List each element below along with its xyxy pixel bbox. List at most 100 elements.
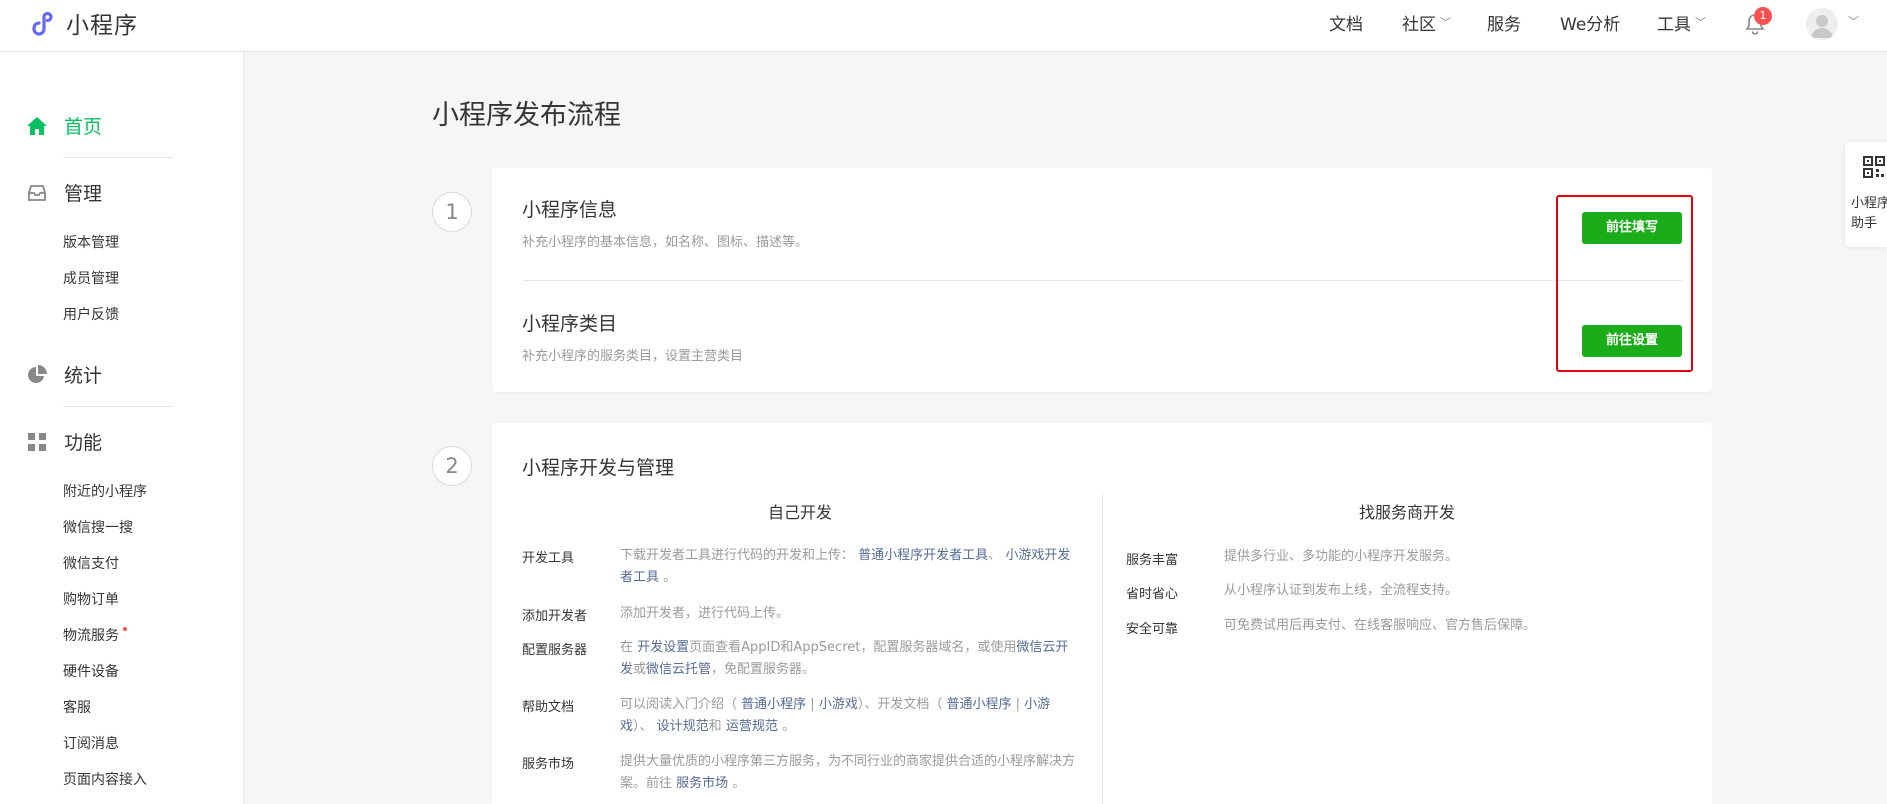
nav-docs[interactable]: 文档 <box>1329 0 1363 44</box>
highlight-box <box>1556 195 1693 372</box>
link-intro-normal[interactable]: 普通小程序 <box>741 697 806 712</box>
nav-services[interactable]: 服务 <box>1487 0 1521 44</box>
and-text: 和 <box>708 719 726 734</box>
mini-program-info-title: 小程序信息 <box>522 199 618 221</box>
notification-badge: 1 <box>1754 7 1772 25</box>
sidebar-item-home[interactable]: 首页 <box>26 112 102 139</box>
nav-community-label: 社区 <box>1402 14 1436 35</box>
nav-we-analytics-label: We分析 <box>1560 14 1621 35</box>
logo-text: 小程序 <box>66 13 138 39</box>
divider <box>63 157 173 158</box>
sidebar-item-manage[interactable]: 管理 <box>26 179 102 206</box>
nav-we-analytics[interactable]: We分析 <box>1560 0 1620 44</box>
row-label-dev-tools: 开发工具 <box>522 551 575 566</box>
row-text-save-time: 从小程序认证到发布上线，全流程支持。 <box>1224 583 1459 598</box>
home-icon <box>26 115 48 137</box>
sidebar-item-logistics[interactable]: 物流服务 <box>63 625 127 645</box>
sidebar-item-label: 统计 <box>64 365 103 387</box>
column-divider <box>1102 494 1103 804</box>
sidebar: 首页 管理 版本管理 成员管理 用户反馈 统计 功能 附近的小程序 微信搜一搜 … <box>0 52 244 804</box>
dev-manage-title: 小程序开发与管理 <box>522 457 675 479</box>
divider <box>63 406 173 407</box>
link-ops-spec[interactable]: 运营规范 <box>726 719 778 734</box>
step1-card: 小程序信息 补充小程序的基本信息，如名称、图标、描述等。 小程序类目 补充小程序… <box>492 168 1712 392</box>
grid-icon <box>26 431 48 453</box>
row-text-config-server: 在 开发设置页面查看AppID和AppSecret，配置服务器域名，或使用微信云… <box>620 637 1080 681</box>
chevron-down-icon: ﹀ <box>1695 16 1706 29</box>
provider-dev-heading: 找服务商开发 <box>1358 503 1455 522</box>
prefix-text: 可以阅读入门介绍（ <box>620 697 742 712</box>
divider <box>522 280 1682 281</box>
bar-text: | <box>1011 697 1025 712</box>
mini-program-category-title: 小程序类目 <box>522 313 618 335</box>
sidebar-item-member-manage[interactable]: 成员管理 <box>63 268 119 288</box>
nav-tools[interactable]: 工具 ﹀ <box>1657 0 1706 44</box>
new-dot-indicator <box>123 627 127 631</box>
mini-program-helper-panel[interactable]: 小程序 助手 <box>1845 142 1887 247</box>
row-label-add-dev: 添加开发者 <box>522 609 588 624</box>
link-dev-settings[interactable]: 开发设置 <box>637 640 689 655</box>
row-label-config-server: 配置服务器 <box>522 643 588 658</box>
sidebar-item-label: 管理 <box>64 183 103 205</box>
bar-text: | <box>806 697 819 712</box>
sidebar-item-stats[interactable]: 统计 <box>26 361 102 388</box>
mid-text: ）、 <box>633 719 657 734</box>
sidebar-item-nearby[interactable]: 附近的小程序 <box>63 481 147 501</box>
mid-text: ）、开发文档（ <box>857 697 947 712</box>
end-text: 。 <box>777 719 795 734</box>
qr-code-icon <box>1863 156 1885 178</box>
self-dev-heading: 自己开发 <box>767 503 832 522</box>
sidebar-item-label: 物流服务 <box>63 628 119 644</box>
sidebar-item-wechat-pay[interactable]: 微信支付 <box>63 553 119 573</box>
sidebar-item-hardware[interactable]: 硬件设备 <box>63 661 119 681</box>
row-text-dev-tools: 下载开发者工具进行代码的开发和上传： 普通小程序开发者工具、 小游戏开发者工具 … <box>620 545 1080 589</box>
end-text: ，免配置服务器。 <box>711 662 816 677</box>
mini-program-info-desc: 补充小程序的基本信息，如名称、图标、描述等。 <box>522 235 809 250</box>
sidebar-item-page-content[interactable]: 页面内容接入 <box>63 769 147 789</box>
step-number-2: 2 <box>432 446 472 486</box>
link-intro-game[interactable]: 小游戏 <box>819 697 858 712</box>
mini-program-logo-icon <box>27 8 57 38</box>
logo[interactable]: 小程序 <box>26 6 138 40</box>
step-number-1: 1 <box>432 192 472 232</box>
top-bar: 小程序 文档 社区 ﹀ 服务 We分析 工具 ﹀ 1 ﹀ <box>0 0 1887 52</box>
nav-tools-label: 工具 <box>1657 14 1691 35</box>
sidebar-item-customer-service[interactable]: 客服 <box>63 697 91 717</box>
prefix-text: 在 <box>620 640 638 655</box>
end-text: 。 <box>728 776 746 791</box>
link-cloud-hosting[interactable]: 微信云托管 <box>646 662 711 677</box>
link-docs-normal[interactable]: 普通小程序 <box>946 697 1011 712</box>
nav-docs-label: 文档 <box>1329 14 1363 35</box>
link-service-market[interactable]: 服务市场 <box>676 776 728 791</box>
helper-label-line2: 助手 <box>1851 216 1878 231</box>
dev-tools-text: 下载开发者工具进行代码的开发和上传： <box>620 548 855 563</box>
link-design-spec[interactable]: 设计规范 <box>657 719 709 734</box>
mid-text: 页面查看AppID和AppSecret，配置服务器域名，或使用 <box>689 640 1017 655</box>
separator-text: 、 <box>988 548 1002 563</box>
sidebar-item-orders[interactable]: 购物订单 <box>63 589 119 609</box>
chevron-down-icon[interactable]: ﹀ <box>1848 13 1859 29</box>
mini-program-category-desc: 补充小程序的服务类目，设置主营类目 <box>522 349 744 364</box>
mid-text: 或 <box>633 662 647 677</box>
helper-label: 小程序 助手 <box>1851 194 1887 234</box>
row-text-add-dev: 添加开发者，进行代码上传。 <box>620 606 790 621</box>
link-normal-devtools[interactable]: 普通小程序开发者工具 <box>858 548 988 563</box>
pie-chart-icon <box>26 364 48 386</box>
sidebar-item-features[interactable]: 功能 <box>26 428 102 455</box>
nav-community[interactable]: 社区 ﹀ <box>1402 0 1451 44</box>
row-label-secure: 安全可靠 <box>1126 622 1179 637</box>
user-avatar-icon <box>1811 15 1833 38</box>
helper-label-line1: 小程序 <box>1851 196 1887 211</box>
sidebar-item-wechat-search[interactable]: 微信搜一搜 <box>63 517 133 537</box>
sidebar-item-version-manage[interactable]: 版本管理 <box>63 232 119 252</box>
avatar[interactable] <box>1806 8 1838 40</box>
inbox-icon <box>26 182 48 204</box>
nav-services-label: 服务 <box>1487 14 1521 35</box>
row-text-service-market: 提供大量优质的小程序第三方服务，为不同行业的商家提供合适的小程序解决方案。前往 … <box>620 751 1080 795</box>
sidebar-item-subscribe-msg[interactable]: 订阅消息 <box>63 733 119 753</box>
row-text-rich-services: 提供多行业、多功能的小程序开发服务。 <box>1224 549 1459 564</box>
sidebar-item-user-feedback[interactable]: 用户反馈 <box>63 304 119 324</box>
row-text-help-docs: 可以阅读入门介绍（ 普通小程序 | 小游戏）、开发文档（ 普通小程序 | 小游戏… <box>620 694 1080 738</box>
end-text: 。 <box>659 570 677 585</box>
sidebar-item-label: 首页 <box>64 116 103 138</box>
